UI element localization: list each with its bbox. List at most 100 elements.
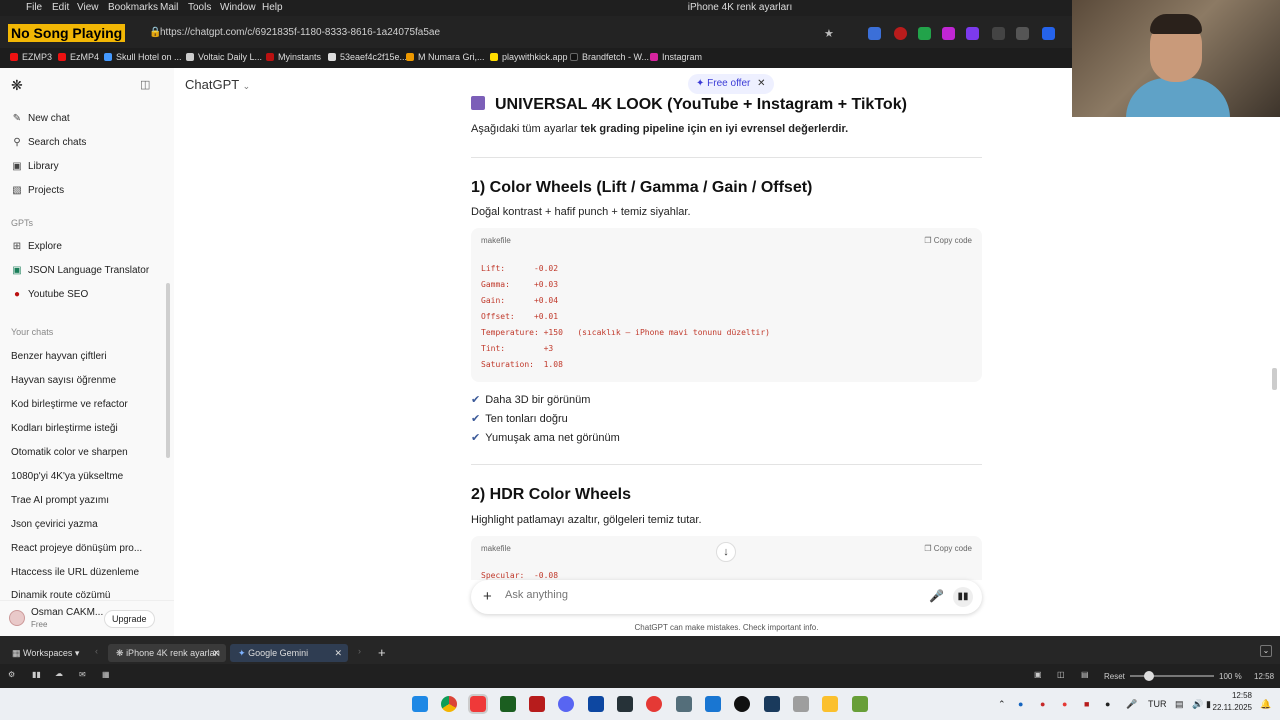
gem-extension-icon[interactable] <box>966 27 979 40</box>
bookmark-item[interactable]: EzMP4 <box>58 52 99 62</box>
bookmark-item[interactable]: playwithkick.app <box>490 52 568 62</box>
sidebar-item-json-translator[interactable]: ▣ JSON Language Translator <box>11 265 149 276</box>
workspaces-button[interactable]: ▦ Workspaces ▾ <box>4 644 87 662</box>
url-field[interactable]: https://chatgpt.com/c/6921835f-1180-8333… <box>160 27 440 38</box>
tray-app-icon[interactable]: ● <box>1062 699 1067 709</box>
free-offer-badge[interactable]: ✦ Free offer ✕ <box>688 74 774 94</box>
terminal-icon[interactable] <box>500 696 516 712</box>
bookmark-item[interactable]: Skull Hotel on ... <box>104 52 182 62</box>
bookmark-item[interactable]: EZMP3 <box>10 52 52 62</box>
explorer-icon[interactable] <box>822 696 838 712</box>
chrome-icon[interactable] <box>441 696 457 712</box>
copy-code-button[interactable]: ❐ Copy code <box>924 236 972 245</box>
tray-expand-icon[interactable]: ⌃ <box>998 699 1006 710</box>
language-indicator[interactable]: TUR <box>1148 699 1167 709</box>
close-tab-icon[interactable]: ✕ <box>334 644 342 662</box>
settings-icon[interactable]: ⚙ <box>8 670 15 679</box>
chat-item[interactable]: Kod birleştirme ve refactor <box>11 399 128 410</box>
chat-item[interactable]: Hayvan sayısı öğrenme <box>11 375 116 386</box>
close-tab-icon[interactable]: ✕ <box>212 644 220 662</box>
plus-icon[interactable]: + <box>483 588 492 605</box>
sidebar-item-projects[interactable]: ▧ Projects <box>11 185 64 196</box>
chevron-right-icon[interactable]: › <box>358 646 361 656</box>
sidebar-item-youtube-seo[interactable]: ● Youtube SEO <box>11 289 88 300</box>
bookmark-item[interactable]: 53eaef4c2f15e... <box>328 52 407 62</box>
microphone-icon[interactable]: 🎤 <box>929 589 944 603</box>
tray-app-icon[interactable]: ■ <box>1084 699 1089 709</box>
settings-app-icon[interactable] <box>793 696 809 712</box>
chat-item[interactable]: Trae AI prompt yazımı <box>11 495 109 506</box>
copy-code-button[interactable]: ❐ Copy code <box>924 544 972 553</box>
notepad-icon[interactable] <box>852 696 868 712</box>
printer-extension-icon[interactable] <box>1016 27 1029 40</box>
calendar-icon[interactable]: ▦ <box>102 670 110 679</box>
upgrade-button[interactable]: Upgrade <box>104 610 155 628</box>
notification-icon[interactable]: 🔔 <box>1260 699 1271 710</box>
sidebar-item-library[interactable]: ▣ Library <box>11 161 58 172</box>
bookmark-icon[interactable]: ★ <box>824 27 834 40</box>
shield-extension-icon[interactable] <box>918 27 931 40</box>
discord-icon[interactable] <box>558 696 574 712</box>
app-icon[interactable] <box>617 696 633 712</box>
tray-app-icon[interactable]: ● <box>1040 699 1045 709</box>
tab-iphone-4k[interactable]: ❋ iPhone 4K renk ayarları ✕ <box>108 644 226 662</box>
filezilla-icon[interactable] <box>529 696 545 712</box>
new-tab-icon[interactable]: + <box>378 645 386 660</box>
chat-item[interactable]: 1080p'yi 4K'ya yükseltme <box>11 471 123 482</box>
chat-item[interactable]: Kodları birleştirme isteği <box>11 423 118 434</box>
media-icon[interactable] <box>676 696 692 712</box>
zoom-slider-thumb[interactable] <box>1144 671 1154 681</box>
cloud-icon[interactable]: ☁ <box>55 669 63 678</box>
sidebar-item-explore[interactable]: ⊞ Explore <box>11 241 62 252</box>
translate-extension-icon[interactable] <box>868 27 881 40</box>
chat-item[interactable]: Htaccess ile URL düzenleme <box>11 567 139 578</box>
network-icon[interactable]: ▤ <box>1175 699 1184 710</box>
chat-item[interactable]: Dinamik route çözümü <box>11 590 110 598</box>
volume-icon[interactable]: 🔊 <box>1192 699 1203 710</box>
bookmark-item[interactable]: M Numara Gri,... <box>406 52 485 62</box>
zoom-slider[interactable] <box>1130 671 1214 681</box>
vpn-extension-icon[interactable] <box>1042 27 1055 40</box>
close-icon[interactable]: ✕ <box>757 78 765 89</box>
openai-logo-icon[interactable]: ❋ <box>11 77 23 94</box>
steam-icon[interactable] <box>764 696 780 712</box>
bookmark-item[interactable]: Voltaic Daily L... <box>186 52 262 62</box>
tiling-icon[interactable]: ◫ <box>1057 670 1065 679</box>
clock-time[interactable]: 12:58 <box>1212 691 1252 700</box>
panel-icon[interactable]: ▮▮ <box>32 670 41 679</box>
sidebar-item-new-chat[interactable]: ✎ New chat <box>11 113 70 124</box>
opera-icon[interactable] <box>646 696 662 712</box>
mail-icon[interactable]: ✉ <box>79 670 86 679</box>
tab-google-gemini[interactable]: ✦ Google Gemini ✕ <box>230 644 348 662</box>
obs-icon[interactable] <box>734 696 750 712</box>
model-selector[interactable]: ChatGPT ⌄ <box>185 77 250 92</box>
capture-icon[interactable]: ▣ <box>1034 670 1042 679</box>
vscode-icon[interactable] <box>705 696 721 712</box>
bookmark-item[interactable]: Instagram <box>650 52 702 62</box>
zoom-reset[interactable]: Reset <box>1104 672 1125 681</box>
sidebar-toggle-icon[interactable]: ◫ <box>140 78 150 91</box>
images-icon[interactable]: ▤ <box>1081 670 1089 679</box>
user-panel[interactable]: Osman CAKM... Free Upgrade <box>0 600 174 636</box>
page-scrollbar[interactable] <box>1272 368 1277 390</box>
bookmark-item[interactable]: Myinstants <box>266 52 321 62</box>
tray-app-icon[interactable]: ● <box>1018 699 1023 709</box>
chat-item[interactable]: Json çevirici yazma <box>11 519 98 530</box>
record-extension-icon[interactable] <box>894 27 907 40</box>
script-extension-icon[interactable] <box>992 27 1005 40</box>
scroll-down-button[interactable]: ↓ <box>716 542 736 562</box>
capcut-icon[interactable] <box>588 696 604 712</box>
start-icon[interactable] <box>412 696 428 712</box>
sidebar-item-search[interactable]: ⚲ Search chats <box>11 137 86 148</box>
chevron-left-icon[interactable]: ‹ <box>95 646 98 656</box>
puzzle-extension-icon[interactable] <box>942 27 955 40</box>
chat-item[interactable]: Otomatik color ve sharpen <box>11 447 128 458</box>
tray-app-icon[interactable]: ● <box>1105 699 1110 709</box>
battery-icon[interactable]: ▮ <box>1206 699 1211 710</box>
chevron-down-icon[interactable]: ⌄ <box>1260 645 1272 657</box>
prompt-input[interactable] <box>505 589 905 601</box>
chat-item[interactable]: React projeye dönüşüm pro... <box>11 543 142 554</box>
bookmark-item[interactable]: Brandfetch - W... <box>570 52 649 62</box>
microphone-icon[interactable]: 🎤 <box>1126 699 1137 710</box>
sidebar-scrollbar[interactable] <box>166 283 170 458</box>
